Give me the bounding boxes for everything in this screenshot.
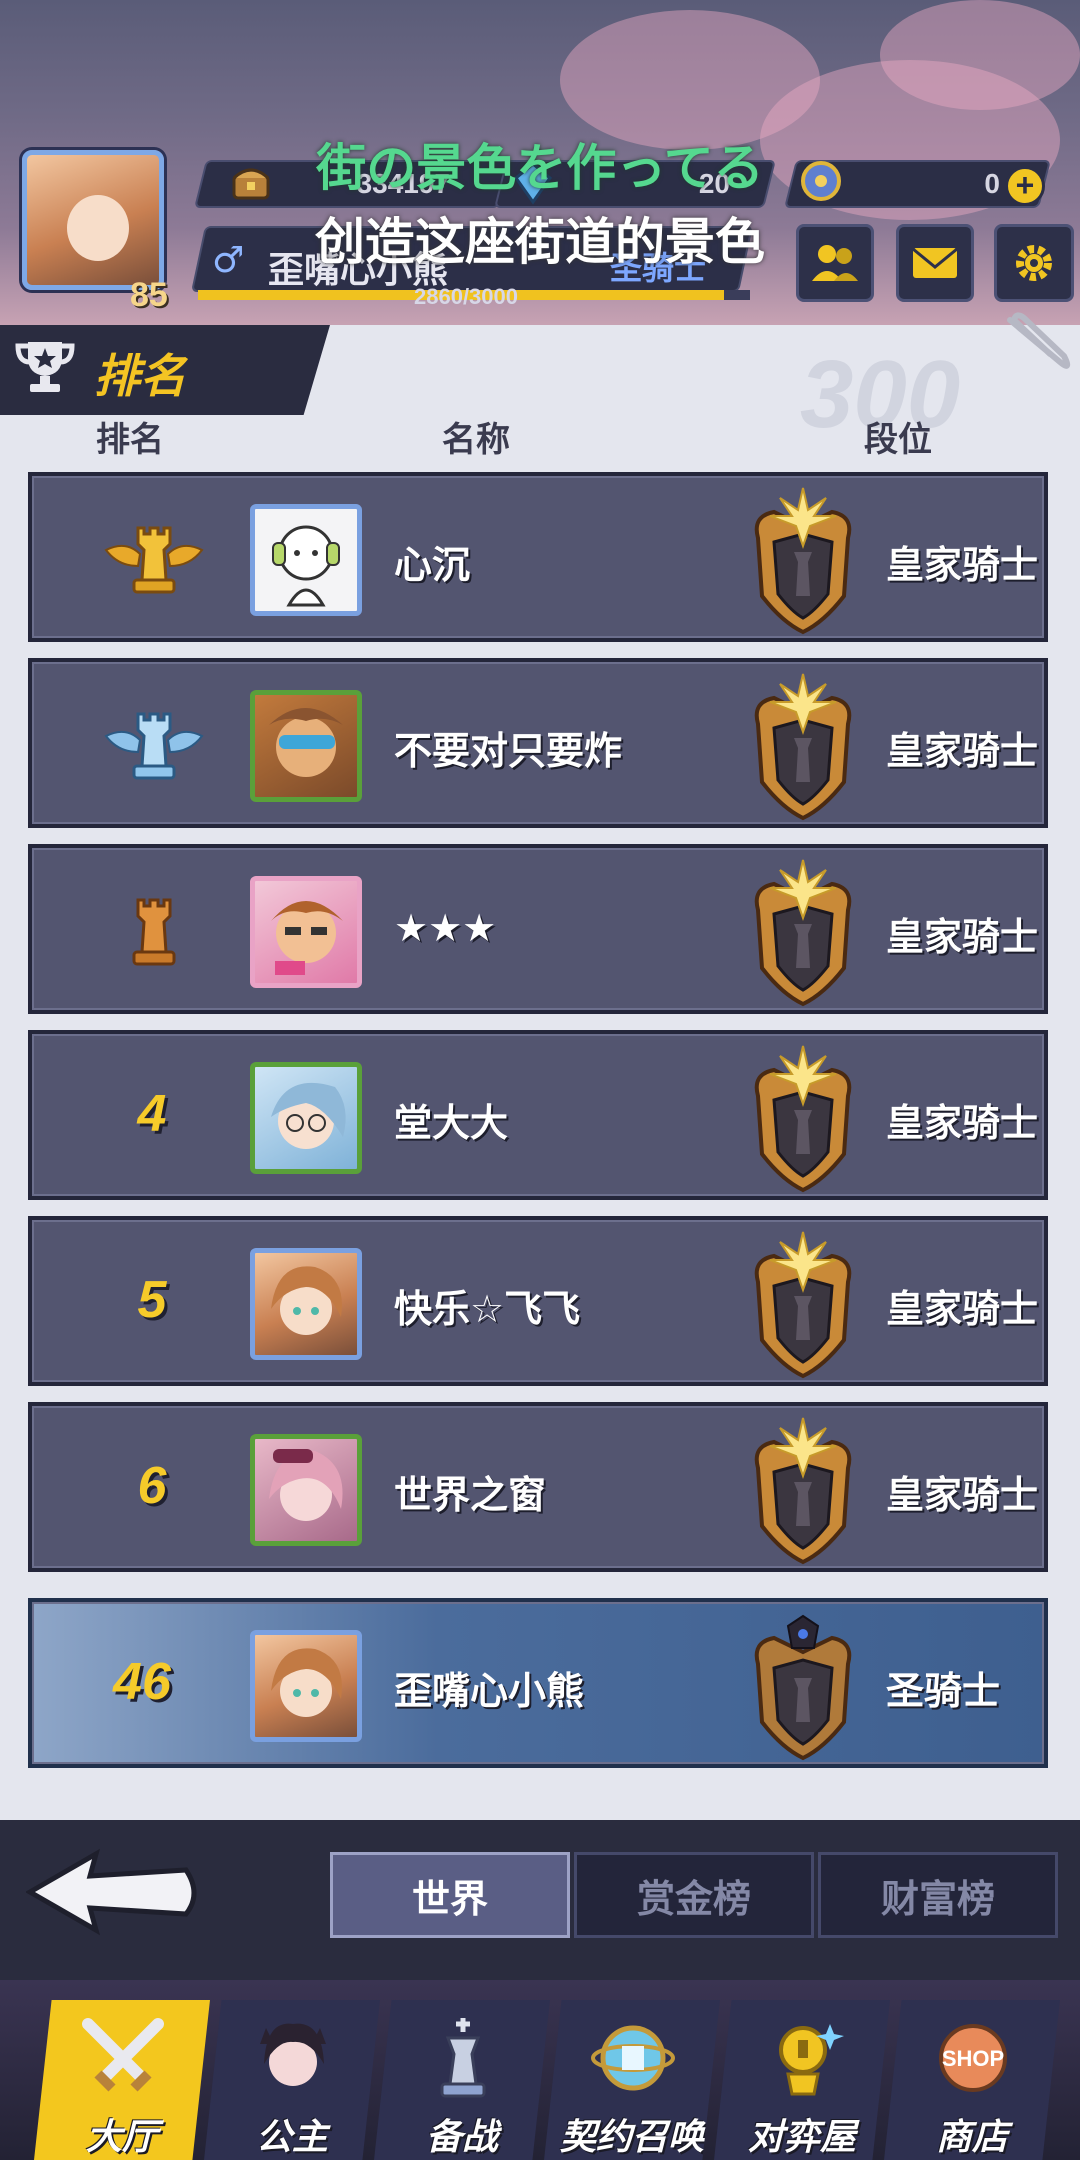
blossom-decoration bbox=[880, 0, 1080, 110]
nav-label: 对弈屋 bbox=[747, 2117, 856, 2158]
ranking-row[interactable]: 不要对只要炸 皇家骑士 bbox=[28, 658, 1048, 828]
avatar-face-icon bbox=[271, 1266, 342, 1335]
exp-text: 2860/3000 bbox=[414, 284, 518, 309]
avatar-face-icon bbox=[272, 525, 340, 607]
summon-orb-icon bbox=[591, 2025, 675, 2091]
royal-knight-badge-icon bbox=[754, 1417, 852, 1565]
ranking-row[interactable]: ★★★ 皇家骑士 bbox=[28, 844, 1048, 1014]
player-avatar-thumb[interactable] bbox=[250, 1062, 362, 1174]
player-avatar-thumb[interactable] bbox=[250, 1434, 362, 1546]
nav-label: 备战 bbox=[425, 2117, 498, 2158]
rank-number: 46 bbox=[113, 1653, 171, 1711]
nav-duel-house[interactable]: 对弈屋 bbox=[714, 2000, 890, 2160]
ranking-row[interactable]: 4 堂大大 皇家骑士 bbox=[28, 1030, 1048, 1200]
self-ranking-row[interactable]: 46 歪嘴心小熊 圣骑士 bbox=[28, 1598, 1048, 1768]
royal-knight-badge-icon bbox=[754, 1045, 852, 1193]
avatar-face-icon bbox=[269, 1449, 343, 1521]
tab-world[interactable]: 世界 bbox=[330, 1852, 570, 1938]
player-tier: 皇家骑士 bbox=[886, 543, 1039, 587]
gold-rook-icon bbox=[104, 526, 204, 594]
player-name: 堂大大 bbox=[394, 1101, 509, 1145]
nav-shop[interactable]: SHOP 商店 bbox=[884, 2000, 1060, 2160]
ranking-row[interactable]: 心沉 皇家骑士 bbox=[28, 472, 1048, 642]
subtitle-japanese: 街の景色を作ってる bbox=[316, 139, 764, 197]
trophy-icon bbox=[15, 342, 75, 392]
player-tier: 圣骑士 bbox=[886, 1669, 1001, 1713]
shop-icon: SHOP bbox=[939, 2024, 1007, 2092]
tab-wealth[interactable]: 财富榜 bbox=[818, 1852, 1058, 1938]
nav-label: 商店 bbox=[935, 2117, 1008, 2158]
avatar-face-icon bbox=[269, 708, 343, 777]
player-avatar-thumb[interactable] bbox=[250, 876, 362, 988]
player-avatar-thumb[interactable] bbox=[250, 504, 362, 616]
chess-king-icon bbox=[440, 2018, 486, 2098]
avatar-face-icon bbox=[271, 1648, 342, 1717]
avatar-face-icon bbox=[271, 901, 343, 975]
player-name: 心沉 bbox=[394, 543, 471, 587]
back-arrow-icon[interactable] bbox=[26, 1840, 206, 1940]
player-name: 快乐☆飞飞 bbox=[394, 1287, 581, 1331]
player-tier: 皇家骑士 bbox=[886, 1287, 1039, 1331]
ranking-row[interactable]: 6 世界之窗 皇家骑士 bbox=[28, 1402, 1048, 1572]
player-level: 85 bbox=[130, 276, 168, 314]
subtitle-chinese: 创造这座街道的景色 bbox=[315, 213, 765, 271]
nav-label: 公主 bbox=[255, 2117, 328, 2158]
column-header-rank: 排名 bbox=[96, 420, 164, 460]
player-name: 不要对只要炸 bbox=[394, 729, 623, 773]
player-avatar-thumb[interactable] bbox=[250, 1630, 362, 1742]
player-tier: 皇家骑士 bbox=[886, 729, 1039, 773]
nav-summon[interactable]: 契约召唤 bbox=[544, 2000, 720, 2160]
rank-number: 6 bbox=[137, 1457, 167, 1515]
nav-label: 大厅 bbox=[85, 2117, 158, 2158]
player-name: 世界之窗 bbox=[394, 1473, 547, 1517]
princess-icon bbox=[260, 2023, 326, 2086]
royal-knight-badge-icon bbox=[754, 487, 852, 635]
player-tier: 皇家骑士 bbox=[886, 1101, 1039, 1145]
column-header-name: 名称 bbox=[442, 420, 510, 460]
rank-number: 5 bbox=[137, 1271, 167, 1329]
player-avatar-thumb[interactable] bbox=[250, 1248, 362, 1360]
royal-knight-badge-icon bbox=[754, 1231, 852, 1379]
player-name: ★★★ bbox=[394, 906, 497, 950]
player-tier: 皇家骑士 bbox=[886, 1473, 1039, 1517]
nav-prepare[interactable]: 备战 bbox=[374, 2000, 550, 2160]
bronze-rook-icon bbox=[132, 898, 176, 966]
holy-knight-badge-icon bbox=[754, 1614, 852, 1761]
paperclip-icon bbox=[1007, 312, 1071, 369]
silver-rook-icon bbox=[104, 712, 204, 780]
column-header-tier: 段位 bbox=[864, 420, 932, 460]
rank-number: 4 bbox=[137, 1085, 167, 1143]
player-avatar-thumb[interactable] bbox=[250, 690, 362, 802]
tab-bounty[interactable]: 赏金榜 bbox=[574, 1852, 814, 1938]
player-tier: 皇家骑士 bbox=[886, 915, 1039, 959]
ranking-row[interactable]: 5 快乐☆飞飞 皇家骑士 bbox=[28, 1216, 1048, 1386]
svg-text:SHOP: SHOP bbox=[942, 2046, 1004, 2071]
duel-house-icon bbox=[779, 2024, 844, 2096]
royal-knight-badge-icon bbox=[754, 673, 852, 821]
player-name: 歪嘴心小熊 bbox=[394, 1669, 585, 1713]
nav-princess[interactable]: 公主 bbox=[204, 2000, 380, 2160]
nav-lobby[interactable]: 大厅 bbox=[34, 2000, 210, 2160]
avatar-face-icon bbox=[271, 1082, 346, 1149]
nav-label: 契约召唤 bbox=[559, 2117, 704, 2158]
swords-icon bbox=[82, 2018, 164, 2092]
royal-knight-badge-icon bbox=[754, 859, 852, 1007]
panel-title: 排名 bbox=[94, 349, 186, 403]
